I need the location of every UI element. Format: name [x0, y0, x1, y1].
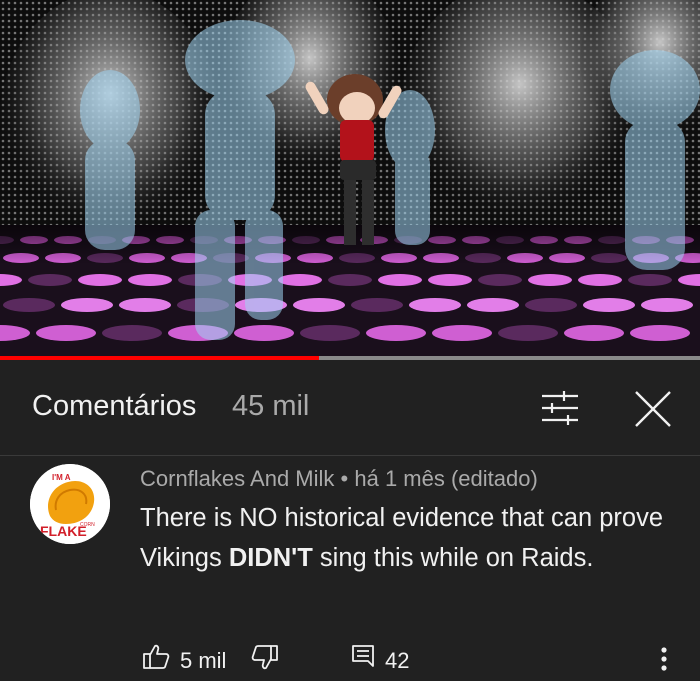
reply-button[interactable]: [350, 642, 376, 677]
like-button[interactable]: [141, 642, 171, 676]
floor-light: [36, 325, 96, 341]
comment-text: There is NO historical evidence that can…: [140, 498, 680, 578]
floor-light: [528, 274, 572, 286]
close-icon: [635, 391, 671, 427]
svg-text:I'M A: I'M A: [52, 473, 71, 482]
floor-light: [467, 298, 519, 312]
floor-light: [378, 274, 422, 286]
comment-actions: 5 mil 42: [0, 642, 700, 678]
video-frame: [0, 0, 700, 356]
filter-button[interactable]: [538, 388, 582, 428]
floor-light: [3, 298, 55, 312]
like-count: 5 mil: [180, 648, 227, 673]
floor-light: [409, 298, 461, 312]
floor-light: [28, 274, 72, 286]
floor-light: [328, 274, 372, 286]
avatar[interactable]: I'M A CORN FLAKE: [30, 464, 110, 544]
video-player[interactable]: [0, 0, 700, 356]
floor-light: [583, 298, 635, 312]
thumbs-up-icon: [143, 644, 170, 669]
comment-text-bold: DIDN'T: [228, 544, 313, 572]
floor-light: [498, 325, 558, 341]
more-options-button[interactable]: [652, 642, 676, 676]
floor-light: [234, 325, 294, 341]
floor-light: [293, 298, 345, 312]
floor-light: [366, 325, 426, 341]
floor-light: [630, 325, 690, 341]
comment-meta: Cornflakes And Milk • há 1 mês (editado): [140, 466, 538, 492]
meta-separator: •: [340, 466, 349, 491]
svg-text:FLAKE: FLAKE: [40, 523, 87, 539]
close-button[interactable]: [630, 386, 676, 432]
floor-light: [300, 325, 360, 341]
more-vertical-icon: [661, 647, 667, 671]
floor-light: [432, 325, 492, 341]
dislike-button[interactable]: [250, 642, 280, 677]
floor-light: [102, 325, 162, 341]
floor-light: [478, 274, 522, 286]
floor-light: [278, 274, 322, 286]
comment-time: há 1 mês (editado): [354, 466, 538, 491]
floor-light: [525, 298, 577, 312]
comments-header: Comentários 45 mil: [0, 360, 700, 456]
floor-light: [641, 298, 693, 312]
floor-light: [428, 274, 472, 286]
comment-item: I'M A CORN FLAKE Cornflakes And Milk • h…: [0, 456, 700, 679]
sliders-icon: [542, 391, 578, 425]
floor-light: [128, 274, 172, 286]
cornflake-logo: I'M A CORN FLAKE: [30, 464, 110, 544]
floor-light: [564, 325, 624, 341]
floor-light: [578, 274, 622, 286]
floor-light: [119, 298, 171, 312]
floor-light: [61, 298, 113, 312]
comments-count: 45 mil: [232, 390, 310, 422]
comment-text-part: sing this while on Raids.: [312, 544, 594, 572]
floor-light: [351, 298, 403, 312]
floor-light: [628, 274, 672, 286]
reply-count: 42: [385, 648, 410, 673]
thumbs-down-icon: [251, 645, 278, 670]
comment-author[interactable]: Cornflakes And Milk: [140, 466, 334, 491]
floor-light: [78, 274, 122, 286]
comment-icon: [352, 645, 374, 667]
comments-title: Comentários: [32, 390, 197, 422]
